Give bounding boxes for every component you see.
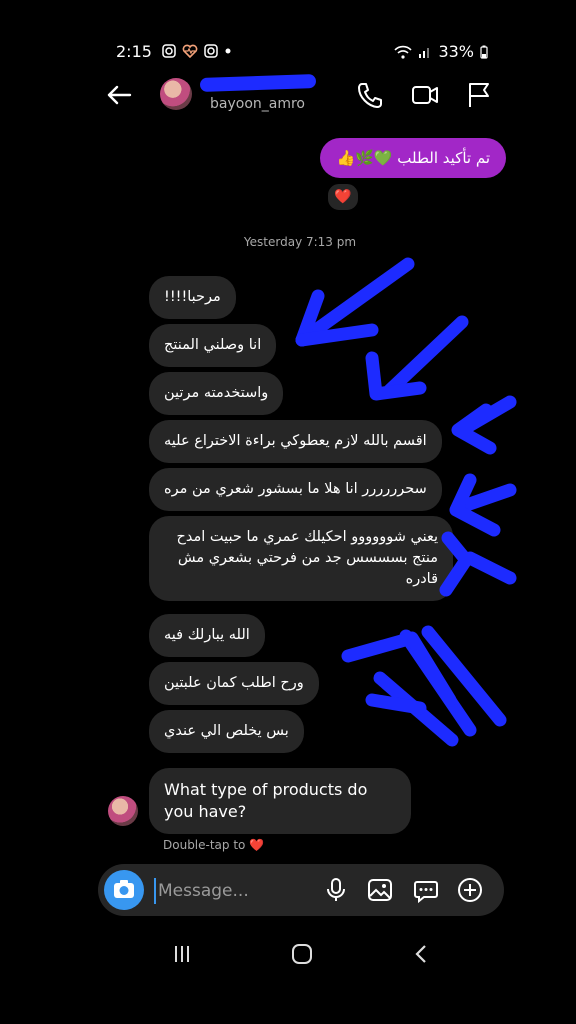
message-timestamp: Yesterday 7:13 pm [243,235,357,249]
battery-icon [480,45,488,59]
received-message-bubble[interactable]: يعني شوووووو احكيلك عمري ما حبيت امدح من… [149,516,453,601]
battery-percent: 33% [438,42,474,61]
status-right: 33% [394,42,488,61]
microphone-icon[interactable] [322,876,350,904]
chat-header: bayoon_amro [0,72,576,122]
contact-avatar[interactable] [160,78,192,110]
video-icon[interactable] [410,80,440,110]
heart-pulse-icon [182,44,198,58]
heart-reaction[interactable]: ❤️ [326,182,360,212]
instagram-icon [204,44,218,58]
back-nav-icon[interactable] [410,942,434,966]
sent-message-bubble[interactable]: تم تأكيد الطلب 💚🌿👍 [320,138,506,178]
phone-icon[interactable] [355,80,385,110]
received-message-bubble[interactable]: سحرررررر انا هلا ما بسشور شعري من مره [149,468,442,511]
dot-icon [225,48,231,54]
received-message-bubble[interactable]: انا وصلني المنتج [149,324,277,367]
received-message-bubble[interactable]: الله يبارلك فيه [149,614,265,657]
status-time: 2:15 [116,42,152,61]
gallery-icon[interactable] [366,876,394,904]
redacted-name [199,73,317,93]
contact-username[interactable]: bayoon_amro [210,96,305,112]
status-bar: 2:15 33% [0,32,576,72]
home-icon[interactable] [290,942,314,966]
back-arrow-icon[interactable] [104,80,134,110]
signal-icon [419,47,430,58]
recent-apps-icon[interactable] [170,942,194,966]
received-message-bubble[interactable]: ورح اطلب كمان علبتين [149,662,319,705]
instagram-icon [162,44,176,58]
camera-button[interactable] [104,870,144,910]
plus-icon[interactable] [456,876,484,904]
received-message-bubble[interactable]: واستخدمته مرتين [149,372,284,415]
received-message-bubble[interactable]: بس يخلص الي عندي [149,710,304,753]
message-input[interactable] [154,878,310,904]
flag-icon[interactable] [464,80,494,110]
double-tap-hint: Double-tap to ❤️ [163,838,265,852]
received-message-bubble[interactable]: اقسم بالله لازم يعطوكي براءة الاختراع عل… [149,420,442,463]
sticker-icon[interactable] [412,876,440,904]
message-composer [98,864,504,916]
wifi-icon [394,45,413,59]
received-message-bubble[interactable]: What type of products do you have? [149,768,411,834]
notification-icons [162,44,232,58]
received-message-bubble[interactable]: مرحبا!!!! [149,276,236,319]
camera-icon [114,880,134,898]
contact-avatar-small[interactable] [108,796,138,826]
system-nav-bar [0,930,576,980]
